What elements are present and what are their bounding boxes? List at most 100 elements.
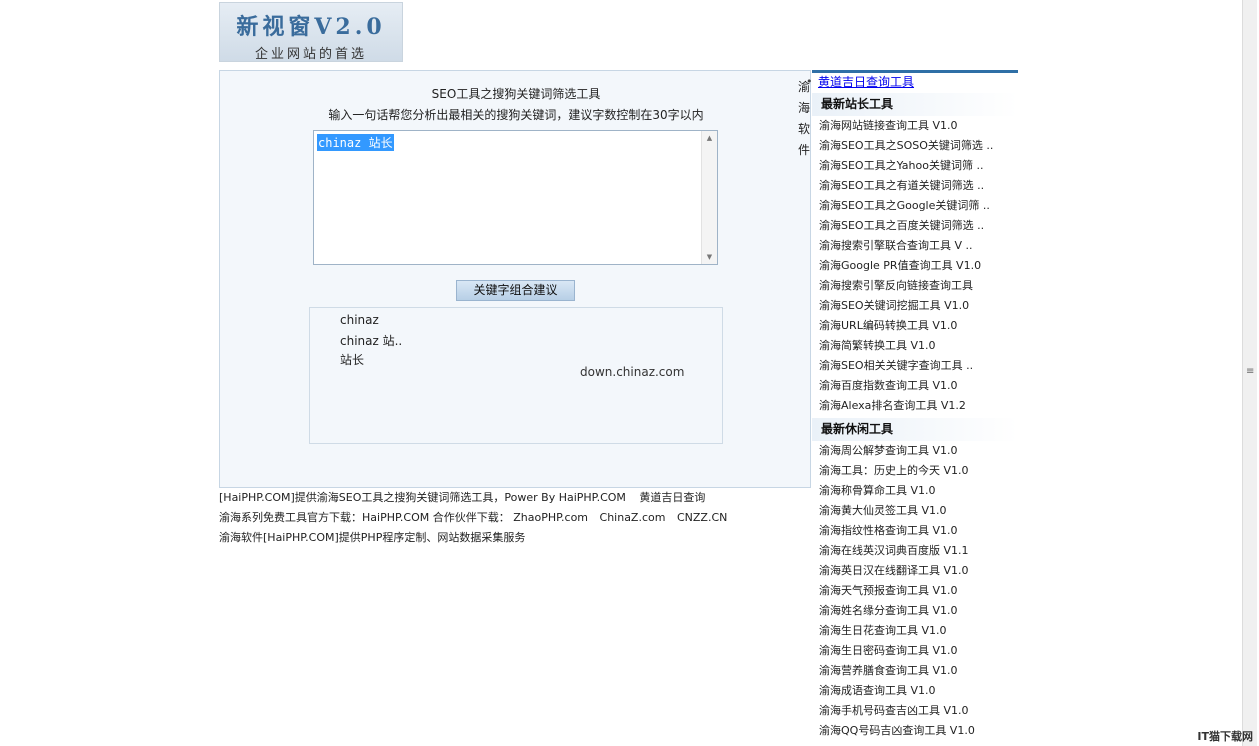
partner-link[interactable]: ChinaZ.com <box>600 511 666 524</box>
sidebar-list-item[interactable]: • 渝海网站链接查询工具 V1.0 <box>812 116 1018 136</box>
tool-link[interactable]: 渝海网站链接查询工具 V1.0 <box>819 119 958 132</box>
tool-link[interactable]: 渝海姓名缘分查询工具 V1.0 <box>819 604 958 617</box>
tool-link[interactable]: 渝海成语查询工具 V1.0 <box>819 684 936 697</box>
tool-link[interactable]: 渝海百度指数查询工具 V1.0 <box>819 379 958 392</box>
leisure-tools-list: • 渝海周公解梦查询工具 V1.0 • 渝海工具：历史上的今天 V1.0 • 渝海称骨算命… <box>812 441 1018 741</box>
tool-link[interactable]: 渝海SEO工具之Yahoo关键词筛 .. <box>819 159 983 172</box>
sidebar-list-item[interactable]: • 渝海营养膳食查询工具 V1.0 <box>812 661 1018 681</box>
sidebar-list-item[interactable]: • 渝海SEO相关关键字查询工具 .. <box>812 356 1018 376</box>
tool-link[interactable]: 渝海手机号码查吉凶工具 V1.0 <box>819 704 969 717</box>
logo-title: 新视窗V2.0 <box>236 14 386 40</box>
sidebar-list-item[interactable]: • 渝海英日汉在线翻译工具 V1.0 <box>812 561 1018 581</box>
tool-link[interactable]: 渝海SEO工具之SOSO关键词筛选 .. <box>819 139 993 152</box>
sidebar-list-item[interactable]: • 渝海生日花查询工具 V1.0 <box>812 621 1018 641</box>
tool-link[interactable]: 渝海生日花查询工具 V1.0 <box>819 624 947 637</box>
sidebar-list-item[interactable]: • 渝海URL编码转换工具 V1.0 <box>812 316 1018 336</box>
footer-line-2: 渝海系列免费工具官方下载：HaiPHP.COM 合作伙伴下载： ZhaoPHP.… <box>219 508 735 528</box>
sidebar-list-item[interactable]: • 渝海姓名缘分查询工具 V1.0 <box>812 601 1018 621</box>
keyword-input[interactable]: chinaz 站长 ▲ ▼ <box>313 130 718 265</box>
tool-link[interactable]: 渝海Alexa排名查询工具 V1.2 <box>819 399 966 412</box>
bullet-icon: • <box>806 75 813 88</box>
page-scrollbar[interactable]: ≡ <box>1242 0 1257 746</box>
footer-download-text: 渝海系列免费工具官方下载：HaiPHP.COM 合作伙伴下载： <box>219 511 510 524</box>
sidebar-list-item[interactable]: • 渝海SEO工具之SOSO关键词筛选 .. <box>812 136 1018 156</box>
sidebar-history-item[interactable]: • 黄道吉日查询工具 <box>806 73 1018 91</box>
bullet-icon: • <box>812 461 813 481</box>
tool-link[interactable]: 渝海在线英汉词典百度版 V1.1 <box>819 544 969 557</box>
sidebar-list-item[interactable]: • 渝海黄大仙灵签工具 V1.0 <box>812 501 1018 521</box>
tool-link[interactable]: 渝海SEO工具之百度关键词筛选 .. <box>819 219 984 232</box>
sidebar-list-item[interactable]: • 渝海天气预报查询工具 V1.0 <box>812 581 1018 601</box>
textarea-scrollbar[interactable]: ▲ ▼ <box>701 131 717 264</box>
sidebar-list-item[interactable]: • 渝海工具：历史上的今天 V1.0 <box>812 461 1018 481</box>
tool-link[interactable]: 渝海称骨算命工具 V1.0 <box>819 484 936 497</box>
scroll-down-arrow-icon[interactable]: ▼ <box>702 253 717 261</box>
bullet-icon: • <box>812 196 813 216</box>
sidebar-list-item[interactable]: • 渝海SEO工具之Google关键词筛 .. <box>812 196 1018 216</box>
bullet-icon: • <box>812 441 813 461</box>
tool-link[interactable]: 渝海指纹性格查询工具 V1.0 <box>819 524 958 537</box>
footer-link-huangdao[interactable]: 黄道吉日查询 <box>639 491 705 504</box>
scrollbar-grip-icon[interactable]: ≡ <box>1246 366 1254 377</box>
history-link[interactable]: 黄道吉日查询工具 <box>818 75 914 89</box>
tool-link[interactable]: 渝海生日密码查询工具 V1.0 <box>819 644 958 657</box>
tool-title: SEO工具之搜狗关键词筛选工具 <box>431 87 601 101</box>
footer-credit: [HaiPHP.COM]提供渝海SEO工具之搜狗关键词筛选工具，Power By… <box>219 491 626 504</box>
bullet-icon: • <box>812 641 813 661</box>
sidebar-list-item[interactable]: • 渝海Alexa排名查询工具 V1.2 <box>812 396 1018 416</box>
tool-link[interactable]: 渝海天气预报查询工具 V1.0 <box>819 584 958 597</box>
footer-line-1: [HaiPHP.COM]提供渝海SEO工具之搜狗关键词筛选工具，Power By… <box>219 488 735 508</box>
tool-link[interactable]: 渝海SEO工具之Google关键词筛 .. <box>819 199 990 212</box>
sidebar-list-item[interactable]: • 渝海成语查询工具 V1.0 <box>812 681 1018 701</box>
sidebar-list-item[interactable]: • 渝海SEO工具之百度关键词筛选 .. <box>812 216 1018 236</box>
corner-watermark: IT猫下载网 <box>1197 730 1253 743</box>
tool-link[interactable]: 渝海URL编码转换工具 V1.0 <box>819 319 957 332</box>
sidebar-list-item[interactable]: • 渝海QQ号码吉凶查询工具 V1.0 <box>812 721 1018 741</box>
tool-link[interactable]: 渝海工具：历史上的今天 V1.0 <box>819 464 969 477</box>
tool-link[interactable]: 渝海Google PR值查询工具 V1.0 <box>819 259 981 272</box>
sidebar-list-item[interactable]: • 渝海百度指数查询工具 V1.0 <box>812 376 1018 396</box>
sidebar-list-item[interactable]: • 渝海搜索引擎联合查询工具 V .. <box>812 236 1018 256</box>
sidebar-list-item[interactable]: • 渝海手机号码查吉凶工具 V1.0 <box>812 701 1018 721</box>
tool-description: 输入一句话帮您分析出最相关的搜狗关键词，建议字数控制在30字以内 <box>328 108 704 122</box>
sidebar-list-item[interactable]: • 渝海SEO关键词挖掘工具 V1.0 <box>812 296 1018 316</box>
bullet-icon: • <box>812 316 813 336</box>
tool-link[interactable]: 渝海简繁转换工具 V1.0 <box>819 339 936 352</box>
tool-link[interactable]: 渝海SEO工具之有道关键词筛选 .. <box>819 179 984 192</box>
sidebar-list-item[interactable]: • 渝海在线英汉词典百度版 V1.1 <box>812 541 1018 561</box>
tool-link[interactable]: 渝海英日汉在线翻译工具 V1.0 <box>819 564 969 577</box>
sidebar-list-item[interactable]: • 渝海SEO工具之有道关键词筛选 .. <box>812 176 1018 196</box>
sidebar-list-item[interactable]: • 渝海简繁转换工具 V1.0 <box>812 336 1018 356</box>
bullet-icon: • <box>812 176 813 196</box>
sidebar-list-item[interactable]: • 渝海SEO工具之Yahoo关键词筛 .. <box>812 156 1018 176</box>
sidebar-list-item[interactable]: • 渝海周公解梦查询工具 V1.0 <box>812 441 1018 461</box>
site-logo[interactable]: 新视窗V2.0 企业网站的首选 <box>219 2 403 62</box>
partner-link[interactable]: CNZZ.CN <box>677 511 727 524</box>
tool-link[interactable]: 渝海黄大仙灵签工具 V1.0 <box>819 504 947 517</box>
bullet-icon: • <box>812 376 813 396</box>
tool-link[interactable]: 渝海SEO相关关键字查询工具 .. <box>819 359 973 372</box>
tool-link[interactable]: 渝海搜索引擎联合查询工具 V .. <box>819 239 973 252</box>
bullet-icon: • <box>812 661 813 681</box>
tool-link[interactable]: 渝海QQ号码吉凶查询工具 V1.0 <box>819 724 975 737</box>
scroll-up-arrow-icon[interactable]: ▲ <box>702 134 717 142</box>
clipped-char: 件 <box>798 143 811 157</box>
keyword-suggest-button[interactable]: 关键字组合建议 <box>456 280 575 301</box>
tool-link[interactable]: 渝海周公解梦查询工具 V1.0 <box>819 444 958 457</box>
sidebar-list-item[interactable]: • 渝海Google PR值查询工具 V1.0 <box>812 256 1018 276</box>
bullet-icon: • <box>812 356 813 376</box>
sidebar: • 黄道吉日查询工具 最新站长工具 • 渝海网站链接查询工具 V1.0 • 渝海SEO… <box>806 70 1018 741</box>
tool-link[interactable]: 渝海SEO关键词挖掘工具 V1.0 <box>819 299 969 312</box>
tool-link[interactable]: 渝海搜索引擎反向链接查询工具 <box>819 279 973 292</box>
sidebar-list-item[interactable]: • 渝海搜索引擎反向链接查询工具 <box>812 276 1018 296</box>
bullet-icon: • <box>812 336 813 356</box>
sidebar-list-item[interactable]: • 渝海生日密码查询工具 V1.0 <box>812 641 1018 661</box>
partner-link[interactable]: ZhaoPHP.com <box>513 511 588 524</box>
sidebar-list-item[interactable]: • 渝海称骨算命工具 V1.0 <box>812 481 1018 501</box>
bullet-icon: • <box>812 601 813 621</box>
bullet-icon: • <box>812 561 813 581</box>
sidebar-list-item[interactable]: • 渝海指纹性格查询工具 V1.0 <box>812 521 1018 541</box>
keyword-input-value[interactable]: chinaz 站长 <box>317 134 394 151</box>
result-item: chinaz 站.. <box>340 334 403 348</box>
tool-link[interactable]: 渝海营养膳食查询工具 V1.0 <box>819 664 958 677</box>
